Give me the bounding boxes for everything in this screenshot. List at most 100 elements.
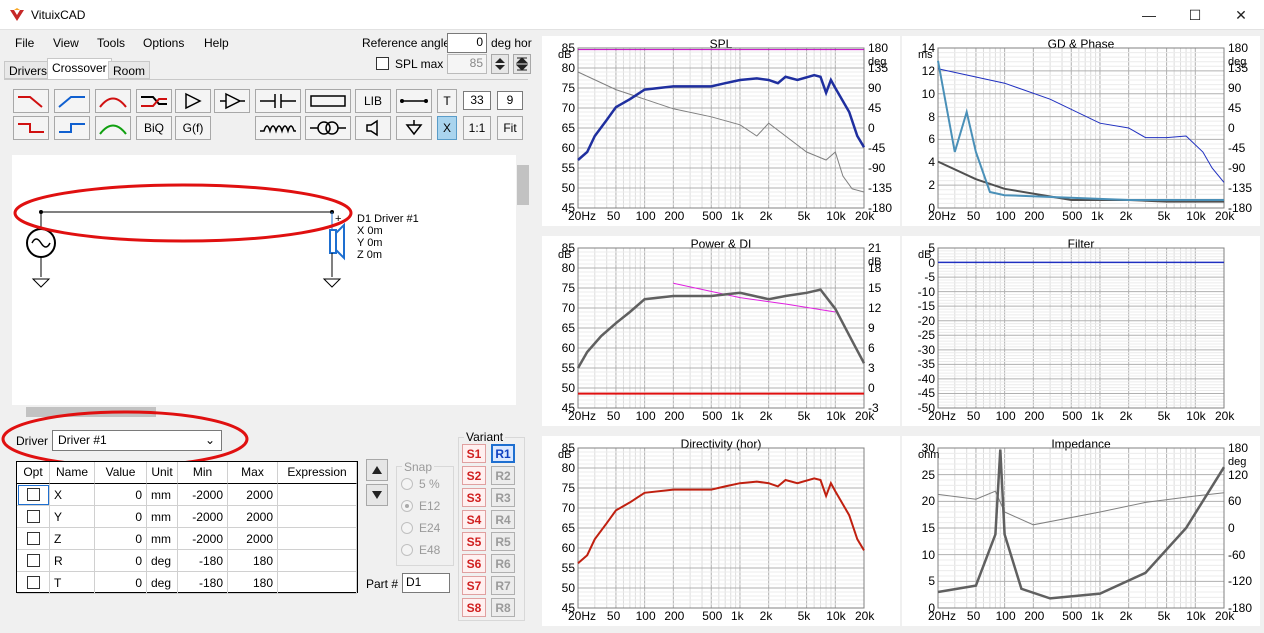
shelf-button[interactable] bbox=[136, 89, 172, 113]
menu-view[interactable]: View bbox=[53, 36, 79, 50]
table-cell[interactable]: 2000 bbox=[228, 484, 278, 506]
table-cell[interactable]: 0 bbox=[95, 506, 147, 528]
table-cell[interactable]: mm bbox=[147, 484, 178, 506]
table-cell[interactable]: 180 bbox=[228, 572, 278, 594]
variant-r-button[interactable]: R5 bbox=[491, 532, 515, 551]
table-cell[interactable]: Y bbox=[50, 506, 95, 528]
plot-spl[interactable]: SPL 85 80 75 70 65 60 55 50 45 180 135 90 45 0 -45 -90 -1… bbox=[542, 36, 900, 226]
table-row[interactable]: T 0 deg -180 180 bbox=[17, 572, 357, 594]
table-cell[interactable]: 2000 bbox=[228, 528, 278, 550]
bandpass-green-button[interactable] bbox=[95, 116, 131, 140]
column-header[interactable]: Value bbox=[95, 462, 147, 484]
variant-s-button[interactable]: S1 bbox=[462, 444, 486, 463]
variant-s-button[interactable]: S4 bbox=[462, 510, 486, 529]
variant-s-button[interactable]: S6 bbox=[462, 554, 486, 573]
variant-s-button[interactable]: S3 bbox=[462, 488, 486, 507]
grid-step-input[interactable]: 9 bbox=[497, 91, 523, 110]
tab-crossover[interactable]: Crossover bbox=[47, 58, 112, 79]
opt-checkbox[interactable] bbox=[27, 488, 40, 501]
lowpass-button[interactable] bbox=[13, 89, 49, 113]
lowpass2-button[interactable] bbox=[13, 116, 49, 140]
variant-s-button[interactable]: S2 bbox=[462, 466, 486, 485]
ground-button[interactable] bbox=[396, 116, 432, 140]
spl-max-reset-button[interactable] bbox=[513, 54, 531, 74]
reference-angle-input[interactable]: 0 bbox=[447, 33, 487, 53]
table-cell[interactable] bbox=[278, 484, 357, 506]
tab-drivers[interactable]: Drivers bbox=[4, 61, 52, 79]
spl-max-checkbox[interactable] bbox=[376, 57, 389, 70]
table-cell[interactable]: 0 bbox=[95, 528, 147, 550]
opt-checkbox[interactable] bbox=[27, 554, 40, 567]
menu-file[interactable]: File bbox=[15, 36, 34, 50]
table-row[interactable]: Y 0 mm -2000 2000 bbox=[17, 506, 357, 528]
inductor-button[interactable] bbox=[255, 116, 301, 140]
table-cell[interactable]: -2000 bbox=[178, 506, 228, 528]
maximize-button[interactable]: ☐ bbox=[1172, 0, 1218, 30]
capacitor-button[interactable] bbox=[255, 89, 301, 113]
variant-r-button[interactable]: R8 bbox=[491, 598, 515, 617]
table-cell[interactable]: T bbox=[50, 572, 95, 594]
plot-directivity[interactable]: Directivity (hor) 85 80 75 70 65 60 55 50 45 dB 20H… bbox=[542, 436, 900, 626]
table-row[interactable]: R 0 deg -180 180 bbox=[17, 550, 357, 572]
column-header[interactable]: Max bbox=[228, 462, 278, 484]
table-cell[interactable]: 0 bbox=[95, 550, 147, 572]
library-button[interactable]: LIB bbox=[355, 89, 391, 113]
move-down-button[interactable] bbox=[366, 484, 388, 506]
variant-s-button[interactable]: S5 bbox=[462, 532, 486, 551]
table-cell[interactable]: mm bbox=[147, 528, 178, 550]
table-cell[interactable] bbox=[278, 550, 357, 572]
tab-room[interactable]: Room bbox=[108, 61, 151, 79]
menu-options[interactable]: Options bbox=[143, 36, 184, 50]
schematic-vscrollbar[interactable] bbox=[516, 155, 530, 405]
spl-max-input[interactable]: 85 bbox=[447, 54, 487, 74]
plot-impedance[interactable]: Impedance 30 25 20 15 10 5 0 180 120 60 0 -60 -120 -18… bbox=[902, 436, 1260, 626]
snap-radio[interactable] bbox=[401, 544, 413, 556]
bandpass-red-button[interactable] bbox=[95, 89, 131, 113]
table-cell[interactable]: -180 bbox=[178, 550, 228, 572]
table-cell[interactable]: mm bbox=[147, 506, 178, 528]
menu-help[interactable]: Help bbox=[204, 36, 229, 50]
table-cell[interactable] bbox=[278, 528, 357, 550]
table-cell[interactable]: -180 bbox=[178, 572, 228, 594]
snap-radio[interactable] bbox=[401, 500, 413, 512]
move-up-button[interactable] bbox=[366, 459, 388, 481]
grid-size-input[interactable]: 33 bbox=[463, 91, 491, 110]
plot-gd[interactable]: GD & Phase 14 12 10 8 6 4 2 0 180 135 90 45 0 -45 -90 -1… bbox=[902, 36, 1260, 226]
table-row[interactable]: Z 0 mm -2000 2000 bbox=[17, 528, 357, 550]
variant-r-button[interactable]: R4 bbox=[491, 510, 515, 529]
column-header[interactable]: Name bbox=[50, 462, 95, 484]
column-header[interactable]: Unit bbox=[147, 462, 178, 484]
variant-s-button[interactable]: S8 bbox=[462, 598, 486, 617]
plot-power[interactable]: Power & DI 85 80 75 70 65 60 55 50 45 21 18 15 12 9 6 3 0… bbox=[542, 236, 900, 426]
snap-radio[interactable] bbox=[401, 522, 413, 534]
variant-r-button[interactable]: R3 bbox=[491, 488, 515, 507]
table-cell[interactable]: 180 bbox=[228, 550, 278, 572]
table-cell[interactable]: -2000 bbox=[178, 528, 228, 550]
table-cell[interactable]: Z bbox=[50, 528, 95, 550]
table-cell[interactable]: -2000 bbox=[178, 484, 228, 506]
zoom-1to1-button[interactable]: 1:1 bbox=[463, 116, 491, 140]
opt-checkbox[interactable] bbox=[27, 576, 40, 589]
spl-max-spin-button[interactable] bbox=[491, 54, 509, 74]
table-cell[interactable]: 2000 bbox=[228, 506, 278, 528]
fit-button[interactable]: Fit bbox=[497, 116, 523, 140]
text-tool-button[interactable]: T bbox=[437, 89, 457, 113]
transformer-button[interactable] bbox=[305, 116, 351, 140]
highpass2-button[interactable] bbox=[54, 116, 90, 140]
column-header[interactable]: Expression bbox=[278, 462, 357, 484]
table-cell[interactable] bbox=[278, 572, 357, 594]
part-number-input[interactable]: D1 bbox=[402, 573, 450, 593]
table-row[interactable]: X 0 mm -2000 2000 bbox=[17, 484, 357, 506]
resistor-button[interactable] bbox=[305, 89, 351, 113]
variant-r-button[interactable]: R7 bbox=[491, 576, 515, 595]
highpass-button[interactable] bbox=[54, 89, 90, 113]
table-cell[interactable]: 0 bbox=[95, 572, 147, 594]
plot-filter[interactable]: Filter 5 0 -5 -10 -15 -20 -25 -30 -35 -40 -45 -50 dB 2… bbox=[902, 236, 1260, 426]
vscroll-thumb[interactable] bbox=[517, 165, 529, 205]
table-cell[interactable]: deg bbox=[147, 550, 178, 572]
opt-checkbox[interactable] bbox=[27, 510, 40, 523]
driver-button[interactable] bbox=[355, 116, 391, 140]
snap-radio[interactable] bbox=[401, 478, 413, 490]
x-toggle-button[interactable]: X bbox=[437, 116, 457, 140]
menu-tools[interactable]: Tools bbox=[97, 36, 125, 50]
